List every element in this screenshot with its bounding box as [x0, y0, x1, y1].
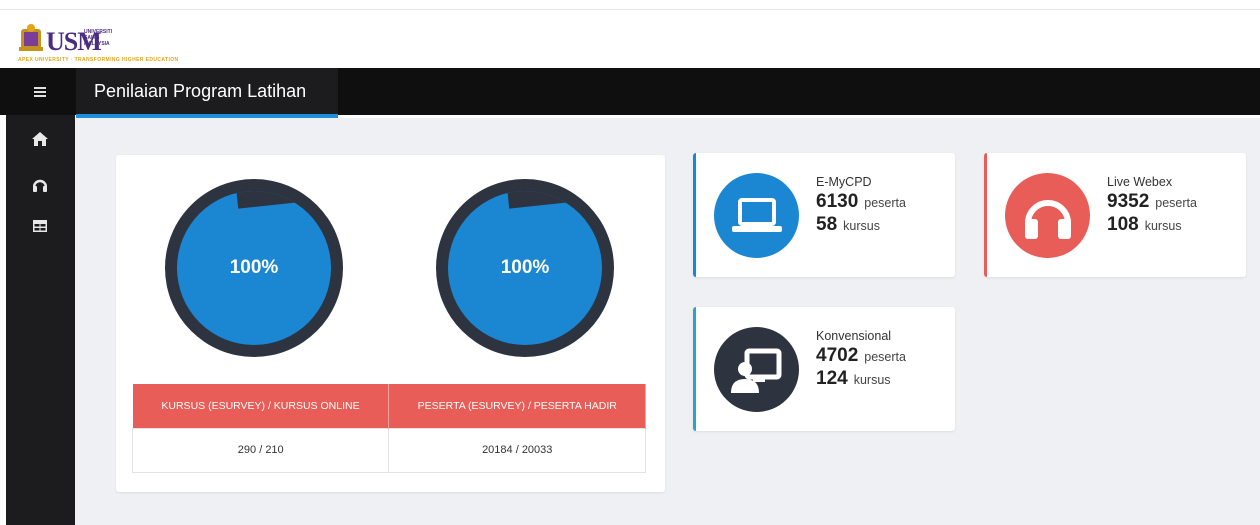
sidebar-item-home[interactable] [30, 129, 50, 149]
peserta-label: peserta [1155, 196, 1197, 210]
headphones-icon-circle [1005, 173, 1090, 258]
kursus-count: 108 [1107, 214, 1139, 235]
home-icon [32, 132, 48, 146]
gauge-kursus: 100% [165, 179, 343, 357]
kursus-count: 124 [816, 368, 848, 389]
page-title: Penilaian Program Latihan [94, 81, 307, 101]
top-navbar: Penilaian Program Latihan [0, 68, 1260, 118]
card-konvensional[interactable]: Konvensional 4702 peserta 124 kursus [693, 307, 955, 431]
laptop-icon [731, 197, 782, 232]
card-emycpd[interactable]: E-MyCPD 6130 peserta 58 kursus [693, 153, 955, 277]
presenter-icon [730, 348, 781, 393]
logo-tagline: APEX UNIVERSITY · TRANSFORMING HIGHER ED… [18, 57, 179, 63]
peserta-count: 6130 [816, 191, 859, 212]
usm-logo[interactable]: USM UNIVERSITI SAINS MALAYSIA APEX UNIVE… [18, 23, 178, 67]
main-content: 100% 100% KURSUS (ESURVEY) / KURSUS ONLI… [75, 118, 1260, 525]
peserta-label: peserta [864, 196, 906, 210]
laptop-icon-circle [714, 173, 799, 258]
summary-table: KURSUS (ESURVEY) / KURSUS ONLINE PESERTA… [131, 384, 646, 473]
peserta-count: 9352 [1107, 191, 1150, 212]
headphones-icon [33, 179, 47, 192]
gauge-fill: 100% [448, 191, 602, 345]
table-cell: 290 / 210 [131, 427, 390, 473]
sidebar-item-webex[interactable] [30, 175, 50, 195]
sidebar-item-table[interactable] [30, 216, 50, 236]
column-header: PESERTA (ESURVEY) / PESERTA HADIR [388, 384, 646, 428]
tab-penilaian[interactable]: Penilaian Program Latihan [76, 68, 338, 118]
table-cell: 20184 / 20033 [388, 427, 646, 473]
headphones-icon [1024, 199, 1071, 239]
top-border [0, 0, 1260, 10]
gauge-peserta: 100% [436, 179, 614, 357]
hamburger-icon [34, 86, 46, 97]
menu-toggle-button[interactable] [0, 68, 75, 115]
table-icon [33, 220, 47, 232]
card-title: Konvensional [816, 329, 892, 343]
kursus-label: kursus [843, 219, 880, 233]
peserta-count: 4702 [816, 345, 859, 366]
sidebar [6, 115, 75, 525]
card-title: Live Webex [1107, 175, 1173, 189]
logo-bar: USM UNIVERSITI SAINS MALAYSIA APEX UNIVE… [0, 11, 1260, 68]
kursus-label: kursus [1144, 219, 1182, 233]
peserta-label: peserta [864, 350, 906, 364]
summary-card: 100% 100% KURSUS (ESURVEY) / KURSUS ONLI… [116, 155, 665, 492]
gauge-value: 100% [500, 257, 550, 278]
column-header: KURSUS (ESURVEY) / KURSUS ONLINE [132, 384, 390, 428]
card-title: E-MyCPD [816, 175, 872, 189]
presenter-icon-circle [714, 327, 799, 412]
kursus-label: kursus [853, 373, 891, 387]
crest-icon [19, 24, 43, 51]
card-live-webex[interactable]: Live Webex 9352 peserta 108 kursus [984, 153, 1246, 277]
gauge-fill: 100% [177, 191, 331, 345]
table-header-row: KURSUS (ESURVEY) / KURSUS ONLINE PESERTA… [132, 384, 646, 428]
kursus-count: 58 [816, 214, 838, 235]
gauge-value: 100% [229, 257, 279, 278]
logo-subtext: UNIVERSITI SAINS MALAYSIA [84, 29, 113, 47]
table-row: 290 / 210 20184 / 20033 [131, 427, 646, 473]
